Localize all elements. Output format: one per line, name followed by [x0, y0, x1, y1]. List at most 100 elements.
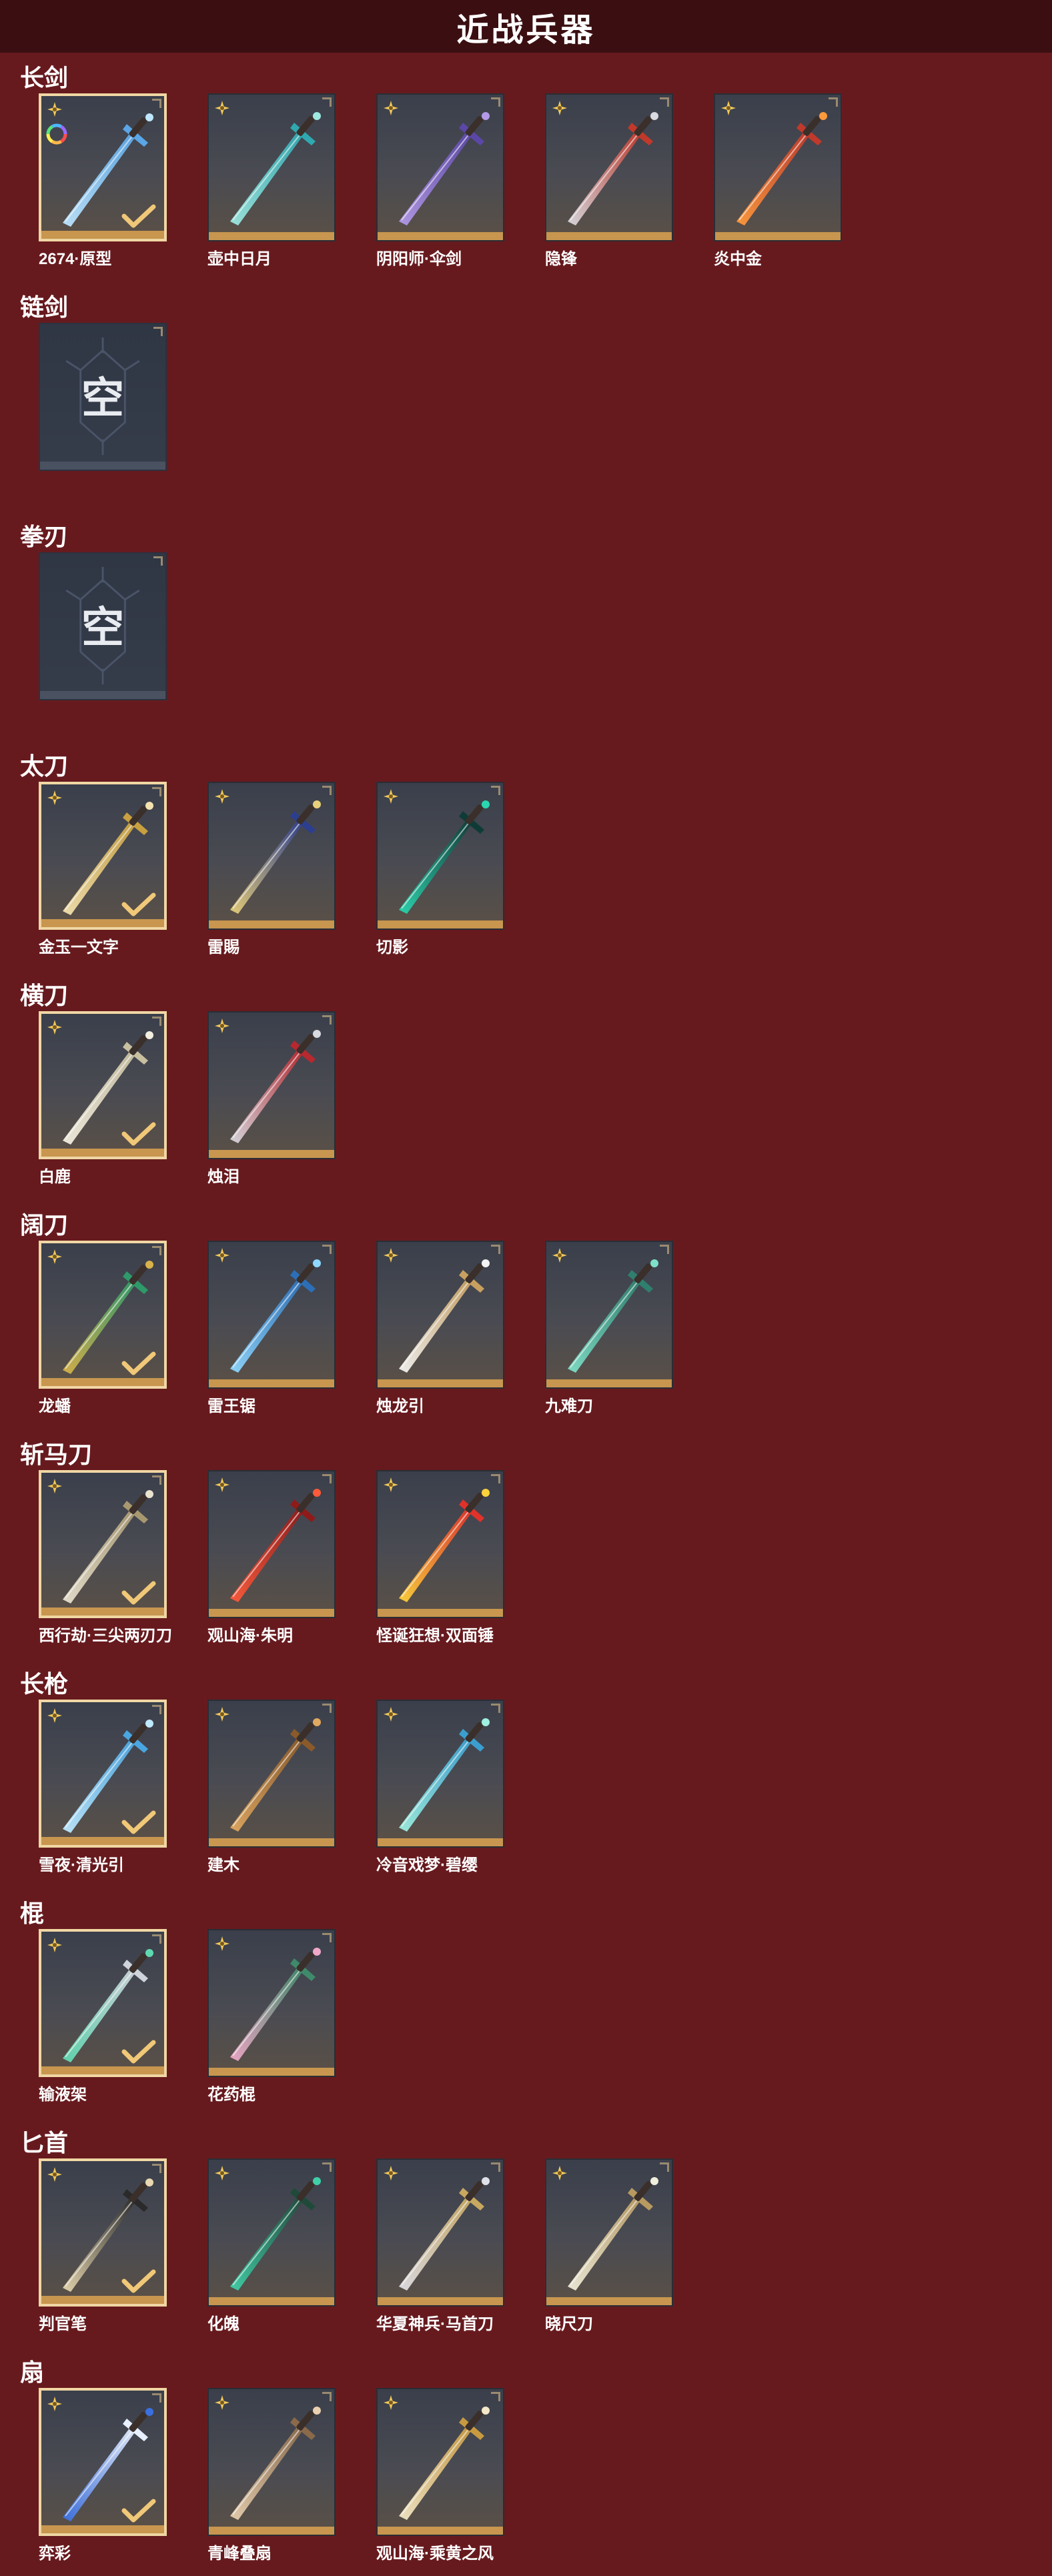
weapon-slot[interactable]: 壶中日月	[207, 93, 336, 268]
corner-mark-icon	[491, 2392, 500, 2401]
weapon-card[interactable]	[207, 1929, 336, 2077]
rarity-star-icon	[47, 1938, 62, 1952]
weapon-card[interactable]	[207, 1011, 336, 1159]
weapon-slot[interactable]: 隐锋	[545, 93, 673, 268]
category-label: 拳刃	[20, 523, 69, 550]
rarity-star-icon	[552, 2166, 567, 2180]
weapon-card[interactable]	[376, 2158, 504, 2307]
category-label: 链剑	[20, 293, 69, 321]
weapon-card[interactable]	[207, 2158, 336, 2307]
equipped-check-icon	[121, 1810, 156, 1834]
weapon-card[interactable]	[207, 2388, 336, 2536]
weapon-slot[interactable]: 炎中金	[714, 93, 842, 268]
weapon-card[interactable]	[207, 1700, 336, 1848]
weapon-slot[interactable]: 西行劫·三尖两刃刀	[39, 1470, 172, 1645]
weapon-slot[interactable]: 烛龙引	[376, 1241, 504, 1415]
weapon-slot[interactable]: 观山海·朱明	[207, 1470, 336, 1645]
rarity-star-icon	[47, 2397, 62, 2411]
weapon-slot[interactable]: 雷王锯	[207, 1241, 336, 1415]
weapon-name: 华夏神兵·马首刀	[376, 2315, 494, 2333]
weapon-name: 2674·原型	[39, 250, 112, 268]
rarity-strip	[378, 1379, 503, 1387]
empty-weapon-slot[interactable]: 空	[39, 552, 167, 700]
corner-mark-icon	[153, 327, 163, 336]
weapon-slot[interactable]: 金玉一文字	[39, 782, 167, 956]
weapon-slot[interactable]: 输液架	[39, 1929, 167, 2104]
category-label: 长剑	[20, 64, 69, 91]
weapon-card[interactable]	[376, 1470, 504, 1618]
weapon-slot[interactable]: 华夏神兵·马首刀	[376, 2158, 504, 2333]
corner-mark-icon	[322, 97, 332, 107]
weapon-slot[interactable]: 青峰叠扇	[207, 2388, 336, 2563]
weapon-card[interactable]	[207, 1241, 336, 1389]
weapon-card[interactable]	[376, 1700, 504, 1848]
corner-mark-icon	[491, 1704, 500, 1713]
corner-mark-icon	[491, 97, 500, 107]
red-hilt-sword-icon	[568, 112, 658, 225]
weapon-slot[interactable]: 花药棍	[207, 1929, 336, 2104]
weapon-card[interactable]	[714, 93, 842, 241]
rarity-star-icon	[384, 1707, 398, 1722]
empty-slot-card[interactable]: 空	[39, 323, 167, 471]
rarity-star-icon	[47, 2167, 62, 2182]
weapon-card[interactable]	[207, 782, 336, 930]
golden-fan-icon	[399, 2407, 490, 2520]
weapon-slot[interactable]: 判官笔	[39, 2158, 167, 2333]
weapon-slot[interactable]: 晓尺刀	[545, 2158, 673, 2333]
weapon-card[interactable]	[39, 1011, 167, 1159]
weapon-card[interactable]	[39, 93, 167, 241]
weapon-name: 建木	[207, 1856, 239, 1874]
weapon-card[interactable]	[39, 2158, 167, 2307]
weapon-card[interactable]	[545, 1241, 673, 1389]
empty-weapon-slot[interactable]: 空	[39, 323, 167, 471]
weapon-card[interactable]	[376, 1241, 504, 1389]
weapon-slot[interactable]: 化魄	[207, 2158, 336, 2333]
weapon-slot[interactable]: 2674·原型	[39, 93, 167, 268]
jade-tassel-spear-icon	[399, 1718, 490, 1832]
weapon-slot[interactable]: 龙蟠	[39, 1241, 167, 1415]
corner-mark-icon	[152, 1246, 161, 1255]
weapon-name: 观山海·乘黄之风	[376, 2545, 494, 2563]
weapon-name: 判官笔	[39, 2315, 87, 2333]
weapon-slot[interactable]: 切影	[376, 782, 504, 956]
empty-slot-card[interactable]: 空	[39, 552, 167, 700]
rarity-star-icon	[215, 1477, 229, 1492]
weapon-card[interactable]	[39, 1700, 167, 1848]
dawn-dagger-icon	[568, 2177, 658, 2291]
weapon-card[interactable]	[376, 2388, 504, 2536]
weapon-card[interactable]	[207, 93, 336, 241]
equipped-check-icon	[121, 1351, 156, 1375]
weapon-card[interactable]	[545, 93, 673, 241]
corner-mark-icon	[660, 1245, 669, 1254]
weapon-slot[interactable]: 九难刀	[545, 1241, 673, 1415]
weapon-card[interactable]	[376, 93, 504, 241]
rarity-star-icon	[47, 102, 62, 117]
weapon-card[interactable]	[39, 782, 167, 930]
weapon-slot[interactable]: 雷賜	[207, 782, 336, 956]
rarity-star-icon	[384, 1248, 398, 1263]
header-bar: 近战兵器	[0, 0, 1052, 53]
rarity-strip	[546, 232, 672, 240]
rarity-star-icon	[384, 789, 398, 804]
category-label: 扇	[20, 2359, 45, 2386]
weapon-slot[interactable]: 冷音戏梦·碧缨	[376, 1700, 504, 1874]
weapon-slot[interactable]: 阴阳师·伞剑	[376, 93, 504, 268]
weapon-slot[interactable]: 建木	[207, 1700, 336, 1874]
weapon-slot[interactable]: 烛泪	[207, 1011, 336, 1186]
corner-mark-icon	[491, 1245, 500, 1254]
weapon-slot[interactable]: 雪夜·清光引	[39, 1700, 167, 1874]
rarity-strip	[41, 1149, 164, 1157]
weapon-slot[interactable]: 观山海·乘黄之风	[376, 2388, 504, 2563]
weapon-slot[interactable]: 怪诞狂想·双面锤	[376, 1470, 504, 1645]
weapon-card[interactable]	[39, 2388, 167, 2536]
weapon-card[interactable]	[39, 1470, 167, 1618]
weapon-card[interactable]	[376, 782, 504, 930]
weapon-slot[interactable]: 白鹿	[39, 1011, 167, 1186]
weapon-slot[interactable]: 弈彩	[39, 2388, 167, 2563]
weapon-card[interactable]	[39, 1929, 167, 2077]
corner-mark-icon	[491, 786, 500, 795]
weapon-card[interactable]	[207, 1470, 336, 1618]
corner-mark-icon	[322, 786, 332, 795]
weapon-card[interactable]	[545, 2158, 673, 2307]
weapon-card[interactable]	[39, 1241, 167, 1389]
